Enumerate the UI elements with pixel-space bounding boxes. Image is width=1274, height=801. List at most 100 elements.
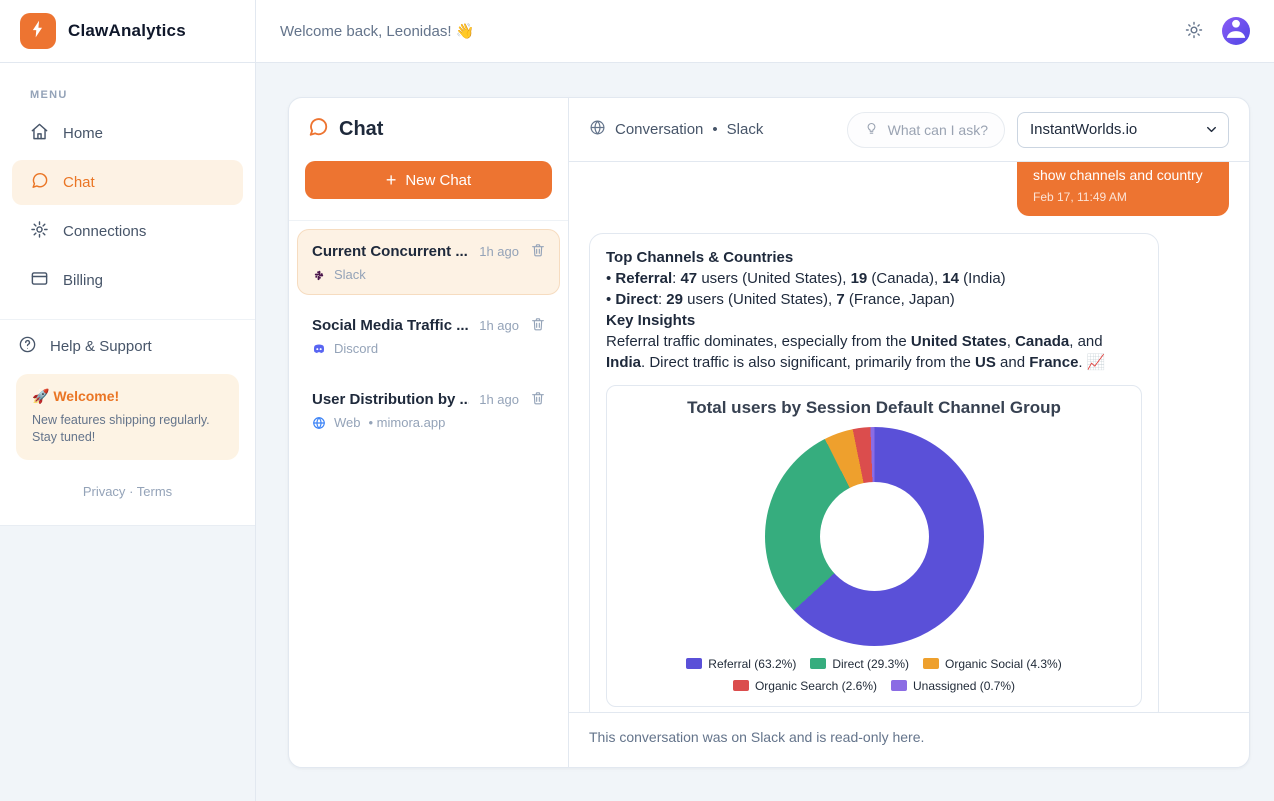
chat-list-item[interactable]: User Distribution by ... 1h ago Web • mi… <box>297 377 560 443</box>
legend-item: Organic Social (4.3%) <box>923 657 1062 671</box>
legend-item: Unassigned (0.7%) <box>891 679 1015 693</box>
new-chat-button[interactable]: + New Chat <box>305 161 552 199</box>
legend-swatch <box>891 680 907 692</box>
theme-toggle-button[interactable] <box>1182 19 1206 43</box>
chat-item-channel: Slack <box>334 267 366 282</box>
legend-item: Organic Search (2.6%) <box>732 679 877 693</box>
chat-list-item[interactable]: Social Media Traffic ... 1h ago Discord <box>297 303 560 369</box>
user-message-bubble: show channels and country Feb 17, 11:49 … <box>1017 162 1229 216</box>
terms-link[interactable]: Terms <box>137 484 172 499</box>
chat-list: Current Concurrent ... 1h ago Slack Soci… <box>289 221 568 451</box>
assistant-message-text: Top Channels & Countries • Referral: 47 u… <box>606 248 1106 371</box>
legal-separator: · <box>129 483 134 499</box>
rocket-emoji: 🚀 <box>32 388 50 404</box>
user-avatar[interactable] <box>1222 17 1250 45</box>
title-separator: • <box>712 121 718 138</box>
top-header: Welcome back, Leonidas! 👋 <box>256 0 1274 63</box>
chat-panel-title: Chat <box>339 118 384 140</box>
help-support-link[interactable]: Help & Support <box>0 320 255 364</box>
what-can-i-ask-button[interactable]: What can I ask? <box>846 111 1005 148</box>
chat-item-time: 1h ago <box>479 243 519 259</box>
privacy-link[interactable]: Privacy <box>83 484 126 499</box>
user-message-time: Feb 17, 11:49 AM <box>1033 189 1127 204</box>
brand-row: ClawAnalytics <box>0 0 255 63</box>
gear-icon <box>30 220 49 243</box>
bolt-icon <box>28 19 48 44</box>
legend-swatch <box>923 658 939 670</box>
chat-app-card: Chat + New Chat Current Concurrent ... 1… <box>288 97 1250 768</box>
chat-item-title: User Distribution by ... <box>312 390 470 408</box>
slack-icon <box>312 268 326 282</box>
chat-bubble-icon <box>30 171 49 194</box>
trash-icon <box>530 244 546 261</box>
sidebar-item-label: Connections <box>63 223 147 240</box>
globe-icon <box>589 119 606 140</box>
chat-item-detail: • mimora.app <box>368 415 446 430</box>
delete-chat-button[interactable] <box>529 242 547 260</box>
sidebar-panel: ClawAnalytics MENU Home Chat Connections… <box>0 0 255 526</box>
discord-icon <box>312 342 326 356</box>
user-message-text: show channels and country <box>1033 167 1203 183</box>
legend-item: Referral (63.2%) <box>686 657 796 671</box>
brand-name: ClawAnalytics <box>68 21 186 40</box>
chat-title-row: Chat <box>307 116 550 143</box>
sidebar-item-connections[interactable]: Connections <box>12 209 243 254</box>
chart-title: Total users by Session Default Channel G… <box>687 397 1061 417</box>
home-icon <box>30 122 49 145</box>
chat-item-channel: Discord <box>334 341 379 356</box>
donut-chart <box>764 426 984 646</box>
assistant-message-bubble: Top Channels & Countries • Referral: 47 u… <box>589 232 1159 712</box>
conversation-header: Conversation • Slack What can I ask? Ins… <box>569 98 1249 162</box>
welcome-card: 🚀 Welcome! New features shipping regular… <box>16 374 239 460</box>
chart-card: Total users by Session Default Channel G… <box>606 384 1142 707</box>
header-actions <box>1182 17 1250 45</box>
sidebar-item-label: Home <box>63 125 104 142</box>
help-support-label: Help & Support <box>50 338 152 355</box>
conversation-title: Conversation • Slack <box>589 119 763 140</box>
globe-icon <box>312 416 326 430</box>
read-only-note: This conversation was on Slack and is re… <box>589 729 925 745</box>
sidebar-item-home[interactable]: Home <box>12 111 243 156</box>
chat-list-pane: Chat + New Chat Current Concurrent ... 1… <box>289 98 569 767</box>
person-icon <box>1223 17 1249 45</box>
chat-bubble-icon <box>307 116 329 143</box>
chat-item-time: 1h ago <box>479 317 519 333</box>
chat-item-title: Current Concurrent ... <box>312 242 468 260</box>
sidebar-item-chat[interactable]: Chat <box>12 160 243 205</box>
app-logo <box>20 13 56 49</box>
sidebar-item-billing[interactable]: Billing <box>12 258 243 303</box>
plus-icon: + <box>385 170 397 190</box>
credit-card-icon <box>30 269 49 292</box>
content-area: Chat + New Chat Current Concurrent ... 1… <box>256 63 1274 801</box>
legend-swatch <box>810 658 827 670</box>
app-root: ClawAnalytics MENU Home Chat Connections… <box>0 0 1274 801</box>
sidebar-item-label: Chat <box>63 174 95 191</box>
help-circle-icon <box>18 335 37 358</box>
chat-item-time: 1h ago <box>479 391 519 407</box>
trash-icon <box>530 392 546 409</box>
welcome-card-title: 🚀 Welcome! <box>32 388 120 404</box>
legend-item: Direct (29.3%) <box>810 657 909 671</box>
project-select[interactable]: InstantWorlds.io <box>1017 111 1229 148</box>
conversation-footer: This conversation was on Slack and is re… <box>569 712 1249 767</box>
lightbulb-icon <box>864 121 879 139</box>
legend-swatch <box>732 680 749 692</box>
conversation-source: Slack <box>726 121 764 138</box>
conversation-pane: Conversation • Slack What can I ask? Ins… <box>569 98 1249 767</box>
chat-list-item[interactable]: Current Concurrent ... 1h ago Slack <box>297 229 560 295</box>
delete-chat-button[interactable] <box>529 316 547 334</box>
chat-item-title: Social Media Traffic ... <box>312 316 469 334</box>
delete-chat-button[interactable] <box>529 390 547 408</box>
messages-area: show channels and country Feb 17, 11:49 … <box>569 162 1249 712</box>
sun-icon <box>1184 20 1204 43</box>
main-column: Welcome back, Leonidas! 👋 Chat + New Cha… <box>256 0 1274 801</box>
sidebar: ClawAnalytics MENU Home Chat Connections… <box>0 0 256 801</box>
welcome-card-body: New features shipping regularly. Stay tu… <box>32 413 210 444</box>
chart-legend: Referral (63.2%) Direct (29.3%) Organic So… <box>619 657 1129 693</box>
chat-pane-header: Chat + New Chat <box>289 98 568 221</box>
legend-swatch <box>686 658 703 670</box>
chat-item-channel: Web <box>334 415 361 430</box>
menu-section-label: MENU <box>30 89 68 101</box>
greeting-text: Welcome back, Leonidas! 👋 <box>280 23 475 40</box>
sidebar-item-label: Billing <box>63 272 104 289</box>
